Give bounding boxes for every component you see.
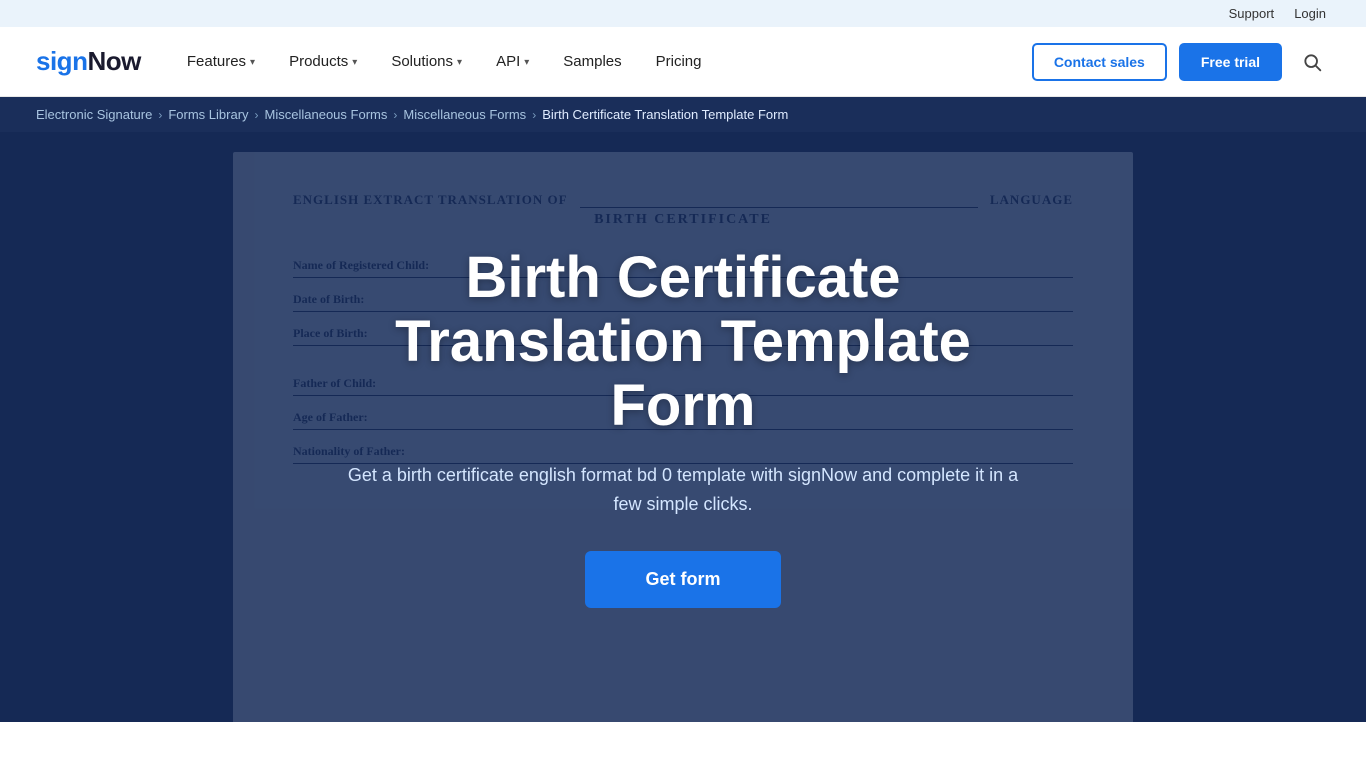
support-link[interactable]: Support [1229, 6, 1275, 21]
nav-samples[interactable]: Samples [549, 45, 635, 78]
nav-right: Contact sales Free trial [1032, 43, 1330, 81]
top-utility-bar: Support Login [0, 0, 1366, 27]
breadcrumb: Electronic Signature › Forms Library › M… [0, 97, 1366, 132]
hero-subtitle: Get a birth certificate english format b… [343, 461, 1023, 519]
logo-text: signNow [36, 46, 141, 77]
hero-content: Birth Certificate Translation Template F… [323, 206, 1043, 648]
login-link[interactable]: Login [1294, 6, 1326, 21]
search-icon [1302, 52, 1322, 72]
hero-title: Birth Certificate Translation Template F… [343, 246, 1023, 437]
nav-links: Features ▾ Products ▾ Solutions ▾ API ▾ … [173, 45, 1032, 78]
nav-api[interactable]: API ▾ [482, 45, 543, 78]
products-chevron-icon: ▾ [352, 57, 357, 68]
breadcrumb-forms-library[interactable]: Forms Library [168, 107, 248, 122]
api-chevron-icon: ▾ [524, 57, 529, 68]
breadcrumb-electronic-signature[interactable]: Electronic Signature [36, 107, 152, 122]
breadcrumb-sep-1: › [158, 108, 162, 122]
breadcrumb-sep-4: › [532, 108, 536, 122]
nav-products[interactable]: Products ▾ [275, 45, 371, 78]
hero-section: English Extract Translation of Language … [0, 132, 1366, 722]
contact-sales-button[interactable]: Contact sales [1032, 43, 1167, 81]
search-button[interactable] [1294, 48, 1330, 76]
nav-features[interactable]: Features ▾ [173, 45, 269, 78]
features-chevron-icon: ▾ [250, 57, 255, 68]
solutions-chevron-icon: ▾ [457, 57, 462, 68]
nav-pricing[interactable]: Pricing [642, 45, 716, 78]
breadcrumb-sep-2: › [255, 108, 259, 122]
logo[interactable]: signNow [36, 46, 141, 77]
breadcrumb-current: Birth Certificate Translation Template F… [542, 107, 788, 122]
nav-solutions[interactable]: Solutions ▾ [377, 45, 476, 78]
breadcrumb-misc-forms-2[interactable]: Miscellaneous Forms [403, 107, 526, 122]
free-trial-button[interactable]: Free trial [1179, 43, 1282, 81]
breadcrumb-misc-forms-1[interactable]: Miscellaneous Forms [265, 107, 388, 122]
get-form-button[interactable]: Get form [585, 551, 780, 608]
breadcrumb-sep-3: › [393, 108, 397, 122]
main-navbar: signNow Features ▾ Products ▾ Solutions … [0, 27, 1366, 97]
